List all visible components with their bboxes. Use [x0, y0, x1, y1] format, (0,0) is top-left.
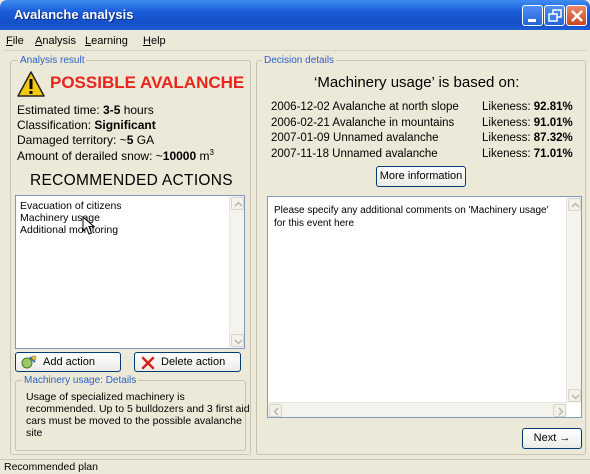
menu-help[interactable]: Help	[143, 35, 166, 47]
scroll-right-icon[interactable]	[553, 404, 566, 417]
status-text: Recommended plan	[4, 461, 98, 473]
delete-action-label: Delete action	[161, 356, 226, 368]
minimize-icon	[528, 19, 536, 22]
menu-analysis[interactable]: Analysis	[35, 35, 76, 47]
maximize-button[interactable]	[544, 5, 565, 26]
decision-row-likeness: Likeness: 87.32%	[482, 132, 573, 144]
decision-row-likeness: Likeness: 91.01%	[482, 117, 573, 129]
decision-row-event: 2007-01-09 Unnamed avalanche	[271, 132, 439, 144]
mouse-cursor-icon	[82, 216, 96, 235]
more-information-button[interactable]: More information	[376, 166, 466, 187]
details-line: cars must be moved to the possible avala…	[26, 415, 242, 427]
comment-horizontal-scrollbar[interactable]	[268, 402, 567, 417]
title-bar: Avalanche analysis	[0, 0, 590, 30]
add-action-label: Add action	[43, 356, 95, 368]
actions-list[interactable]: Evacuation of citizens Machinery usage A…	[15, 195, 245, 349]
minimize-button[interactable]	[522, 5, 543, 26]
close-icon	[571, 10, 583, 22]
menu-file[interactable]: File	[6, 35, 24, 47]
scroll-down-icon[interactable]	[568, 389, 581, 402]
classification: Classification: Significant	[17, 118, 156, 132]
comment-textarea[interactable]: Please specify any additional comments o…	[267, 196, 582, 418]
analysis-result-label: Analysis result	[18, 55, 87, 66]
scroll-up-icon[interactable]	[231, 197, 244, 210]
add-icon	[21, 355, 37, 369]
delete-icon	[141, 356, 155, 370]
delete-action-button[interactable]: Delete action	[134, 352, 241, 372]
close-button[interactable]	[566, 5, 587, 26]
window-title: Avalanche analysis	[14, 7, 134, 22]
details-line: site	[26, 427, 43, 439]
list-item[interactable]: Evacuation of citizens	[20, 200, 122, 212]
comment-vertical-scrollbar[interactable]	[566, 197, 581, 403]
decision-row-event: 2006-02-21 Avalanche in mountains	[271, 117, 455, 129]
menu-bar: File Analysis Learning Help	[3, 31, 587, 51]
decision-row-likeness: Likeness: 71.01%	[482, 148, 573, 160]
scroll-up-icon[interactable]	[568, 198, 581, 211]
recommended-actions-title: RECOMMENDED ACTIONS	[30, 172, 233, 189]
menu-learning[interactable]: Learning	[85, 35, 128, 47]
details-line: Usage of specialized machinery is	[26, 391, 185, 403]
actions-list-scrollbar[interactable]	[229, 196, 244, 348]
add-action-button[interactable]: Add action	[15, 352, 121, 372]
decision-row-event: 2006-12-02 Avalanche at north slope	[271, 101, 459, 113]
details-line: recommended. Up to 5 bulldozers and 3 fi…	[26, 403, 250, 415]
based-on-title: ‘Machinery usage’ is based on:	[314, 74, 520, 91]
machinery-details-label: Machinery usage: Details	[22, 375, 139, 386]
decision-row-event: 2007-11-18 Unnamed avalanche	[271, 148, 438, 160]
decision-row-likeness: Likeness: 92.81%	[482, 101, 573, 113]
scroll-down-icon[interactable]	[231, 334, 244, 347]
next-button[interactable]: Next →	[522, 428, 582, 449]
possible-avalanche-headline: POSSIBLE AVALANCHE	[50, 73, 245, 92]
estimated-time: Estimated time: 3-5 hours	[17, 103, 154, 117]
warning-icon	[17, 71, 45, 97]
decision-details-label: Decision details	[262, 55, 337, 66]
comment-text: Please specify any additional comments o…	[274, 205, 549, 229]
status-bar: Recommended plan	[0, 459, 590, 474]
damaged-territory: Damaged territory: ~5 GA	[17, 133, 155, 147]
scroll-left-icon[interactable]	[269, 404, 282, 417]
restore-icon	[548, 9, 562, 22]
list-item[interactable]: Additional monitoring	[20, 224, 118, 236]
derailed-snow: Amount of derailed snow: ~10000 m3	[17, 148, 214, 163]
